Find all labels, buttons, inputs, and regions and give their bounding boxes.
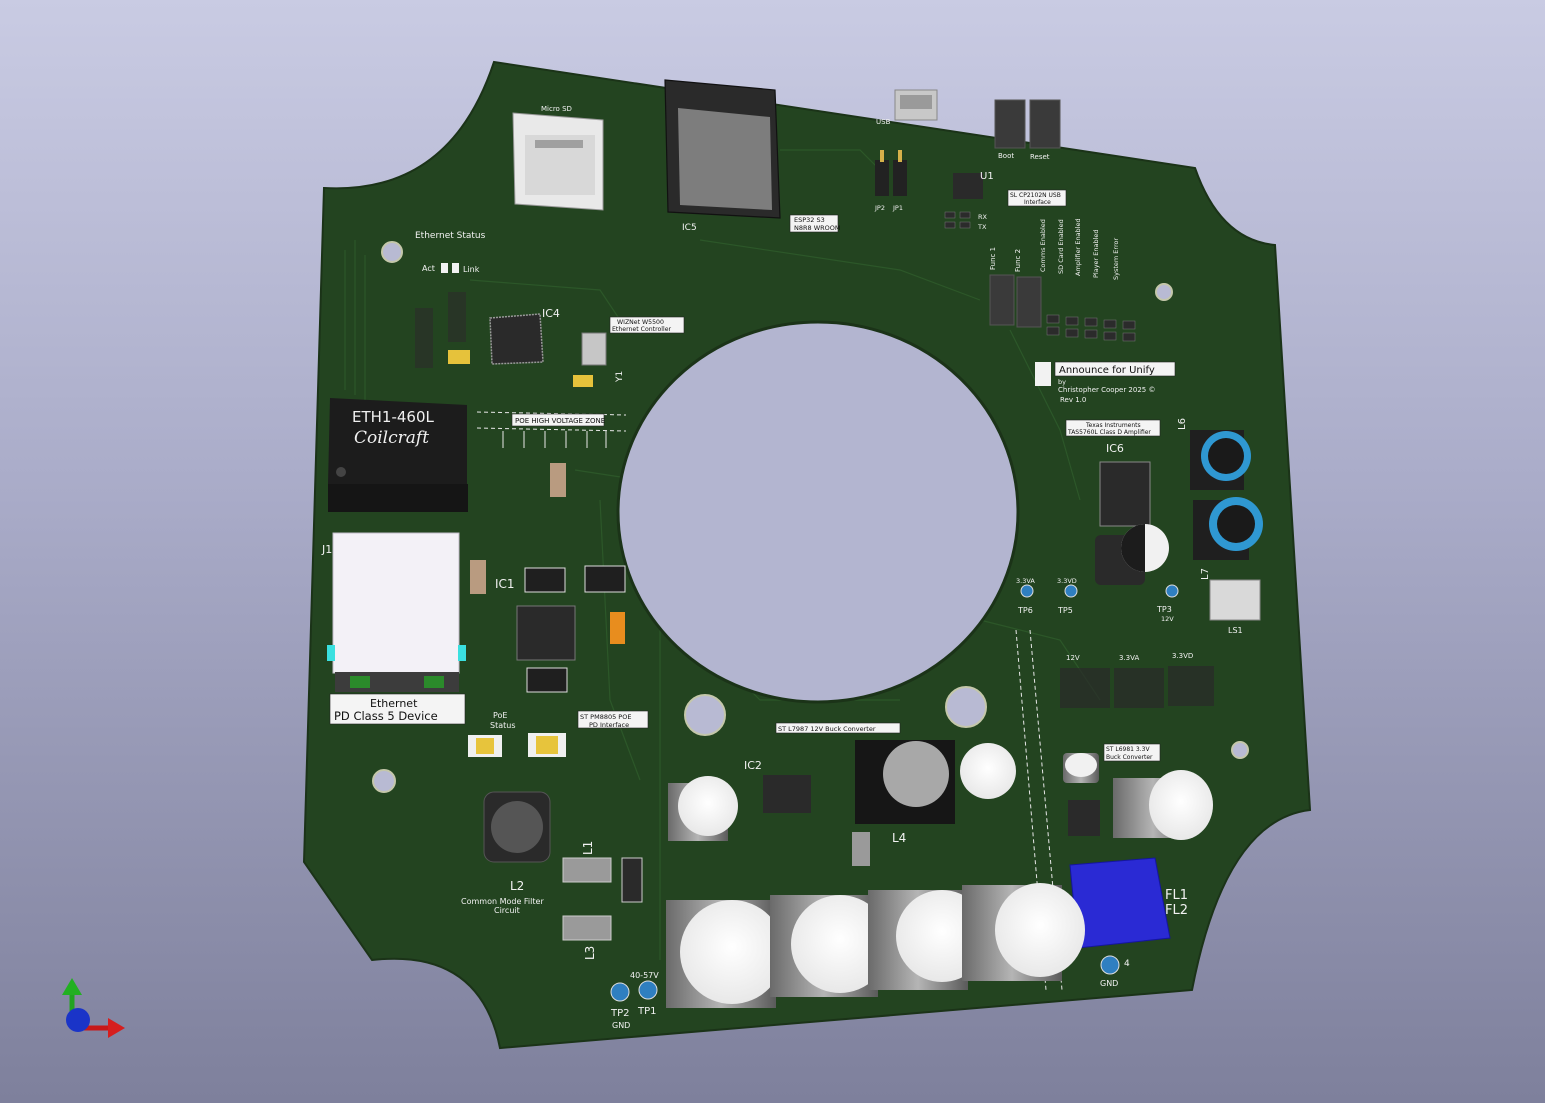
y1-label: Y1	[615, 371, 625, 383]
esp32-label-l2: N8R8 WROOM	[794, 224, 841, 232]
l2-label: L2	[510, 879, 524, 893]
tx-label: TX	[977, 223, 987, 231]
ic5-label: IC5	[682, 223, 697, 233]
tp1-label: TP1	[637, 1006, 657, 1017]
poe-status-l2: Status	[490, 721, 516, 730]
led-label-player: Player Enabled	[1092, 229, 1100, 278]
wiznet-l2: Ethernet Controller	[612, 326, 672, 333]
act-label: Act	[422, 264, 435, 273]
link-label: Link	[463, 265, 480, 274]
func1-label: Func 1	[989, 247, 997, 270]
mounting-hole	[1231, 741, 1249, 759]
ethernet-jack: J1 Ethernet PD Class 5 Device	[321, 532, 466, 725]
tp6-label: TP6	[1017, 606, 1033, 615]
ic6-label: IC6	[1106, 442, 1124, 455]
l7987-label: ST L7987 12V Buck Converter	[778, 725, 876, 733]
tp4-label: 4	[1124, 959, 1130, 969]
micro-sd-slot: Micro SD	[512, 105, 604, 211]
ethernet-label-l2: PD Class 5 Device	[334, 709, 438, 723]
wiznet-l1: WIZNet W5500	[617, 319, 664, 326]
cp2102-l1: SL CP2102N USB	[1010, 192, 1061, 199]
rx-label: RX	[978, 213, 988, 221]
rail-12v: 12V	[1066, 654, 1080, 662]
tp3-volt: 12V	[1161, 615, 1174, 623]
tp2-volt: GND	[612, 1021, 630, 1030]
cm-filter-l1: Common Mode Filter	[461, 897, 544, 906]
fl2-label: FL2	[1165, 903, 1188, 918]
eth-module-brand: Coilcraft	[354, 428, 429, 448]
ti-amp-l1: Texas Instruments	[1085, 422, 1141, 429]
led-label-comms: Comms Enabled	[1039, 219, 1047, 272]
ethernet-status-label: Ethernet Status	[415, 231, 486, 241]
gnd-label: GND	[1100, 979, 1118, 988]
l4-label: L4	[892, 831, 906, 845]
brand-author: Christopher Cooper 2025 ©	[1058, 386, 1155, 394]
y-axis-green-icon	[62, 978, 82, 995]
poe-status-l1: PoE	[493, 711, 508, 720]
x-axis-red-icon	[108, 1018, 125, 1038]
rail-33va: 3.3VA	[1119, 654, 1139, 662]
z-axis-blue-icon	[66, 1008, 90, 1032]
led-label-sd: SD Card Enabled	[1057, 219, 1065, 274]
tp2-label: TP2	[610, 1008, 630, 1019]
pm8805-l2: PD Interface	[589, 721, 629, 729]
axis-gizmo	[62, 978, 125, 1038]
l1-label: L1	[581, 841, 595, 855]
usb-connector: USB	[876, 89, 938, 126]
l7-label: L7	[1200, 568, 1211, 580]
jp1-label: JP1	[892, 204, 903, 212]
tp3-label: TP3	[1156, 605, 1172, 614]
led-label-error: System Error	[1112, 238, 1120, 280]
tp5-volt: 3.3VD	[1057, 577, 1077, 585]
jp2-label: JP2	[874, 204, 885, 212]
l6-label: L6	[1177, 418, 1188, 430]
tp1-volt: 40-57V	[630, 971, 659, 980]
esp32-label-l1: ESP32 S3	[794, 216, 825, 224]
ls1-label: LS1	[1228, 626, 1243, 635]
l3-label: L3	[583, 946, 597, 960]
eth-module-part: ETH1-460L	[352, 408, 435, 426]
brand-by: by	[1058, 378, 1066, 386]
tp6-volt: 3.3VA	[1016, 577, 1035, 585]
tp5-label: TP5	[1057, 606, 1073, 615]
brand-title: Announce for Unify	[1059, 365, 1155, 376]
ic4-label: IC4	[542, 307, 560, 320]
func2-label: Func 2	[1014, 249, 1022, 272]
center-cutout	[616, 320, 1020, 704]
reset-label: Reset	[1030, 153, 1050, 161]
mounting-hole	[381, 241, 403, 263]
ic1-label: IC1	[495, 577, 515, 591]
cp2102-l2: Interface	[1024, 199, 1051, 206]
ti-amp-l2: TAS5760L Class D Amplifier	[1067, 429, 1151, 436]
ic2-label: IC2	[744, 759, 762, 772]
mounting-hole	[945, 686, 987, 728]
j1-label: J1	[321, 543, 332, 556]
poe-hv-zone-label: POE HIGH VOLTAGE ZONE	[515, 417, 605, 425]
mounting-hole	[1155, 283, 1173, 301]
l6981-l1: ST L6981 3.3V	[1106, 746, 1150, 753]
pm8805-l1: ST PM8805 POE	[580, 713, 631, 721]
mounting-hole	[372, 769, 396, 793]
usb-label: USB	[876, 118, 891, 126]
fl1-label: FL1	[1165, 888, 1188, 903]
u1-label: U1	[980, 171, 994, 182]
led-label-amp: Amplifier Enabled	[1074, 218, 1082, 276]
pcb-3d-viewport[interactable]: Micro SD IC5 ESP32 S3 N8R8 WROOM USB Boo…	[0, 0, 1545, 1103]
cm-filter-l2: Circuit	[494, 906, 520, 915]
boot-label: Boot	[998, 152, 1014, 160]
brand-rev: Rev 1.0	[1060, 396, 1086, 404]
eth-magnetics-module: ETH1-460L Coilcraft	[328, 398, 468, 512]
rail-33vd: 3.3VD	[1172, 652, 1193, 660]
micro-sd-label: Micro SD	[541, 105, 572, 113]
mounting-hole	[684, 694, 726, 736]
l6981-l2: Buck Converter	[1106, 754, 1153, 761]
